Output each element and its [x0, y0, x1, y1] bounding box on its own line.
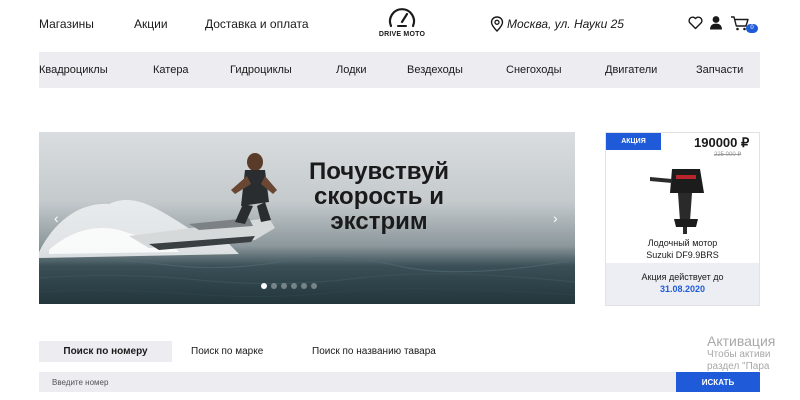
promo-price: 190000 ₽ [694, 135, 750, 150]
nav-link-delivery[interactable]: Доставка и оплата [205, 17, 309, 31]
promo-old-price: 225 000 ₽ [714, 152, 742, 158]
category-boats-motor[interactable]: Катера [153, 64, 189, 76]
slider-dot[interactable] [281, 283, 287, 289]
slider-dot[interactable] [311, 283, 317, 289]
slider-dot[interactable] [291, 283, 297, 289]
search-input[interactable] [39, 372, 676, 392]
slider-dot[interactable] [261, 283, 267, 289]
tab-search-by-brand[interactable]: Поиск по марке [191, 341, 263, 362]
slider-dot[interactable] [271, 283, 277, 289]
category-atvs[interactable]: Квадроциклы [39, 64, 108, 76]
category-spare-parts[interactable]: Запчасти [696, 64, 743, 76]
user-icon[interactable] [709, 15, 723, 30]
slider-next-arrow[interactable]: › [553, 210, 558, 226]
store-location[interactable]: Москва, ул. Науки 25 [490, 16, 624, 32]
promo-offer-date: 31.08.2020 [659, 284, 706, 294]
tab-search-by-number[interactable]: Поиск по номеру [39, 341, 172, 362]
nav-link-promotions[interactable]: Акции [134, 17, 168, 31]
hero-headline: Почувствуй скорость и экстрим [308, 158, 450, 235]
category-boats[interactable]: Лодки [336, 64, 366, 76]
category-all-terrain[interactable]: Вездеходы [407, 64, 463, 76]
promo-offer-text: Акция действует до [641, 272, 724, 282]
outboard-motor-image [650, 169, 704, 234]
cart-count-badge: 0 [746, 24, 758, 33]
speedometer-icon [388, 8, 416, 28]
tab-search-by-name[interactable]: Поиск по названию тавара [312, 341, 436, 362]
search-button[interactable]: ИСКАТЬ [676, 372, 760, 392]
site-logo[interactable]: DRIVE MOTO [374, 6, 430, 46]
slider-dots [261, 283, 317, 289]
location-text: Москва, ул. Науки 25 [507, 17, 624, 31]
promo-card[interactable]: АКЦИЯ 190000 ₽ 225 000 ₽ Лодочный мотор … [605, 132, 760, 306]
category-jet-skis[interactable]: Гидроциклы [230, 64, 292, 76]
site-header: Магазины Акции Доставка и оплата DRIVE M… [0, 0, 800, 52]
promo-product-name: Лодочный мотор Suzuki DF9.9BRS [646, 238, 719, 260]
location-pin-icon [490, 16, 504, 32]
hero-banner[interactable]: Почувствуй скорость и экстрим ‹ › [39, 132, 575, 304]
slider-dot[interactable] [301, 283, 307, 289]
slider-prev-arrow[interactable]: ‹ [54, 210, 59, 226]
heart-icon[interactable] [688, 16, 703, 30]
promo-badge: АКЦИЯ [606, 133, 661, 150]
category-nav: Квадроциклы Катера Гидроциклы Лодки Везд… [39, 52, 760, 88]
category-snowmobiles[interactable]: Снегоходы [506, 64, 561, 76]
windows-activation-watermark: Активация Чтобы активи раздел "Пара [707, 333, 776, 372]
category-engines[interactable]: Двигатели [605, 64, 657, 76]
promo-offer: Акция действует до 31.08.2020 [606, 263, 759, 305]
logo-text: DRIVE MOTO [378, 31, 426, 38]
nav-link-stores[interactable]: Магазины [39, 17, 94, 31]
